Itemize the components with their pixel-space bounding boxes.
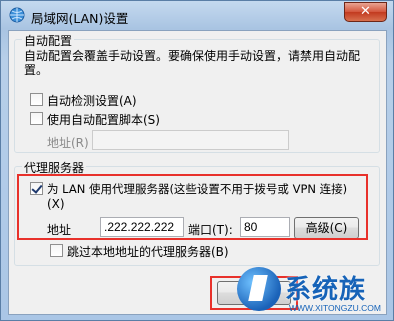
watermark-url: WWW.XITONGZU.COM (289, 303, 381, 313)
title-bar[interactable]: 局域网(LAN)设置 ✕ (1, 1, 393, 31)
auto-detect-checkbox[interactable] (30, 93, 43, 106)
auto-config-description: 自动配置会覆盖手动设置。要确保使用手动设置，请禁用自动配置。 (24, 49, 361, 77)
auto-detect-label[interactable]: 自动检测设置(A) (47, 92, 137, 109)
bypass-local-checkbox[interactable] (50, 244, 63, 257)
watermark-title: 系统族 (285, 275, 367, 305)
script-address-input[interactable] (92, 130, 289, 150)
auto-config-legend: 自动配置 (22, 32, 75, 49)
script-address-label: 地址(R) (47, 136, 89, 150)
close-button[interactable]: ✕ (344, 2, 387, 22)
close-icon: ✕ (360, 4, 371, 19)
use-script-label[interactable]: 使用自动配置脚本(S) (47, 111, 160, 128)
brand-logo-icon (237, 267, 281, 311)
network-globe-icon (9, 7, 25, 23)
bypass-local-label[interactable]: 跳过本地地址的代理服务器(B) (67, 243, 229, 260)
use-script-checkbox[interactable] (30, 112, 43, 125)
site-watermark: 系统族 WWW.XITONGZU.COM (237, 263, 394, 321)
lan-settings-dialog: 局域网(LAN)设置 ✕ 自动配置 自动配置会覆盖手动设置。要确保使用手动设置，… (0, 0, 394, 321)
proxy-highlight-box (17, 174, 368, 240)
window-title: 局域网(LAN)设置 (31, 11, 129, 26)
